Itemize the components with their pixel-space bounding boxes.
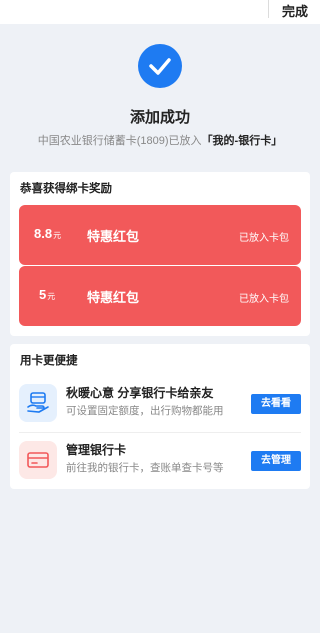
my-bank-card-link: 「我的-银行卡」 [201,135,283,147]
quick-item-desc: 可设置固定额度，出行购物都能用 [66,405,224,417]
reward-item[interactable]: 5元 特惠红包 已放入卡包 [19,266,301,326]
quick-item-manage[interactable]: 管理银行卡 前往我的银行卡，查账单查卡号等 去管理 [10,433,310,489]
quick-title: 用卡更便捷 [20,355,78,367]
quick-item-title: 秋暖心意 分享银行卡给亲友 [66,386,214,400]
reward-status: 已放入卡包 [239,294,289,305]
check-icon [138,44,182,88]
reward-status: 已放入卡包 [239,233,289,244]
rewards-card: 恭喜获得绑卡奖励 8.8元 特惠红包 已放入卡包 5元 特惠红包 已放入卡包 [10,172,310,336]
reward-name: 特惠红包 [87,290,140,305]
success-title: 添加成功 [129,109,190,126]
rewards-title: 恭喜获得绑卡奖励 [20,183,112,195]
go-see-button[interactable]: 去看看 [251,394,301,414]
top-divider [268,0,269,18]
reward-amount: 5元 [39,287,56,302]
bank-card-icon [19,441,57,479]
done-button[interactable]: 完成 [282,1,308,20]
manage-button[interactable]: 去管理 [251,451,301,471]
success-section: 添加成功 中国农业银行储蓄卡(1809)已放入「我的-银行卡」 [0,24,320,164]
quick-item-title: 管理银行卡 [66,443,127,457]
reward-name: 特惠红包 [87,229,140,244]
quick-item-share[interactable]: 秋暖心意 分享银行卡给亲友 可设置固定额度，出行购物都能用 去看看 [10,376,310,432]
reward-amount: 8.8元 [34,226,62,241]
reward-item[interactable]: 8.8元 特惠红包 已放入卡包 [19,205,301,265]
success-subtitle: 中国农业银行储蓄卡(1809)已放入「我的-银行卡」 [0,132,320,148]
success-subtitle-prefix: 中国农业银行储蓄卡(1809)已放入 [37,135,202,147]
quick-item-desc: 前往我的银行卡，查账单查卡号等 [66,462,224,474]
hand-card-icon [19,384,57,422]
top-bar: 完成 [0,0,320,24]
quick-card: 用卡更便捷 秋暖心意 分享银行卡给亲友 可设置固定额度，出行购物都能用 去看看 … [10,344,310,489]
